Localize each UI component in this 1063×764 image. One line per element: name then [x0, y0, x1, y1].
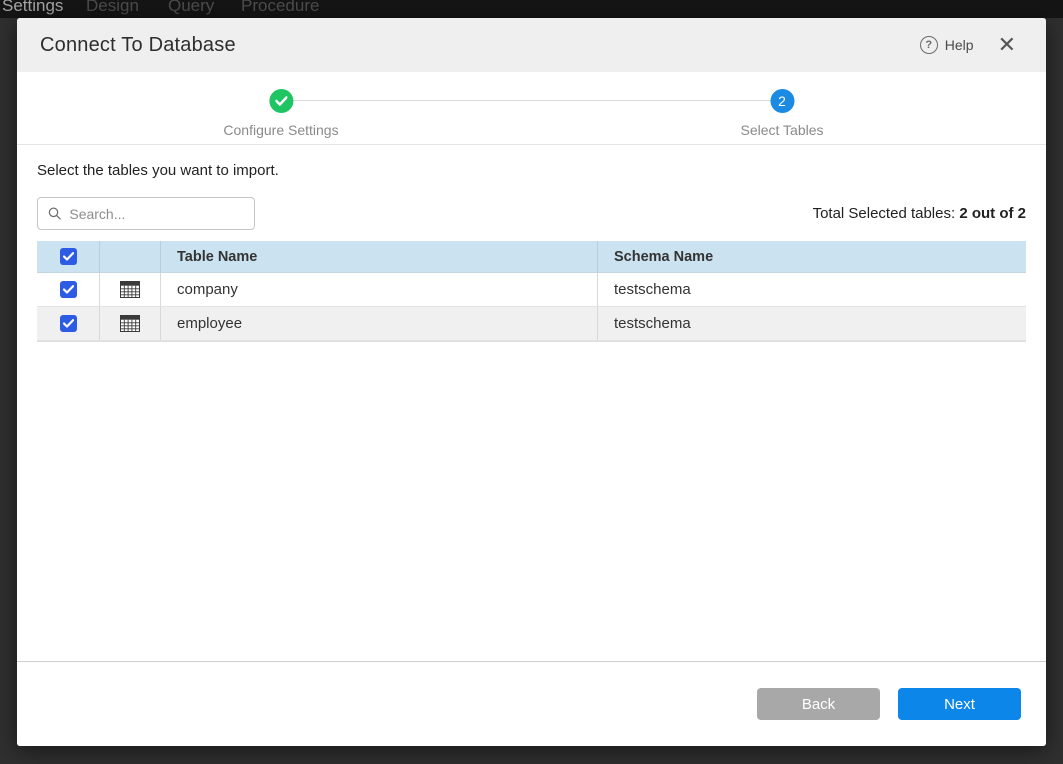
select-all-checkbox[interactable] — [60, 248, 77, 265]
total-selected-value: 2 out of 2 — [959, 205, 1026, 222]
step-configure-settings[interactable]: Configure Settings — [223, 89, 338, 138]
next-button[interactable]: Next — [898, 688, 1021, 720]
dialog-content: Select the tables you want to import. To… — [17, 145, 1046, 342]
wizard-stepper: Configure Settings 2 Select Tables — [17, 72, 1046, 145]
check-icon — [63, 285, 74, 294]
connect-to-database-dialog: Connect To Database ? Help ✕ Configure S… — [17, 18, 1046, 746]
search-icon — [48, 206, 61, 221]
help-icon: ? — [920, 36, 938, 54]
background-tab-settings[interactable]: Settings — [2, 0, 63, 18]
step-number-badge: 2 — [770, 89, 794, 113]
step-complete-check-icon — [269, 89, 293, 113]
table-name-cell: company — [177, 281, 238, 298]
stepper-connector-line — [281, 100, 782, 101]
step-select-tables[interactable]: 2 Select Tables — [740, 89, 823, 138]
help-label: Help — [945, 37, 974, 53]
total-selected-label: Total Selected tables: — [813, 205, 960, 222]
table-row[interactable]: employee testschema — [37, 307, 1026, 341]
dialog-footer: Back Next — [17, 661, 1046, 746]
column-header-schema-name: Schema Name — [614, 249, 713, 265]
help-button[interactable]: ? Help — [920, 36, 974, 54]
table-name-cell: employee — [177, 315, 242, 332]
table-row[interactable]: company testschema — [37, 273, 1026, 307]
table-grid-icon — [120, 315, 140, 332]
step-label-configure-settings: Configure Settings — [223, 122, 338, 138]
search-box[interactable] — [37, 197, 255, 230]
column-header-table-name: Table Name — [177, 249, 257, 265]
schema-name-cell: testschema — [614, 315, 691, 332]
background-tab-query[interactable]: Query — [168, 0, 214, 18]
row-checkbox[interactable] — [60, 281, 77, 298]
search-input[interactable] — [69, 206, 244, 222]
table-header-row: Table Name Schema Name — [37, 241, 1026, 273]
total-selected-summary: Total Selected tables: 2 out of 2 — [813, 205, 1026, 222]
background-tab-design[interactable]: Design — [86, 0, 139, 18]
back-button[interactable]: Back — [757, 688, 880, 720]
tables-list: Table Name Schema Name — [37, 241, 1026, 342]
schema-name-cell: testschema — [614, 281, 691, 298]
background-tab-bar: Settings Design Query Procedure — [0, 0, 1063, 18]
instruction-text: Select the tables you want to import. — [37, 162, 1026, 179]
step-label-select-tables: Select Tables — [740, 122, 823, 138]
row-checkbox[interactable] — [60, 315, 77, 332]
check-icon — [63, 252, 74, 261]
dialog-titlebar: Connect To Database ? Help ✕ — [17, 18, 1046, 72]
table-grid-icon — [120, 281, 140, 298]
close-icon[interactable]: ✕ — [998, 35, 1016, 55]
background-tab-procedure[interactable]: Procedure — [241, 0, 319, 18]
dialog-title: Connect To Database — [40, 34, 236, 57]
check-icon — [63, 319, 74, 328]
